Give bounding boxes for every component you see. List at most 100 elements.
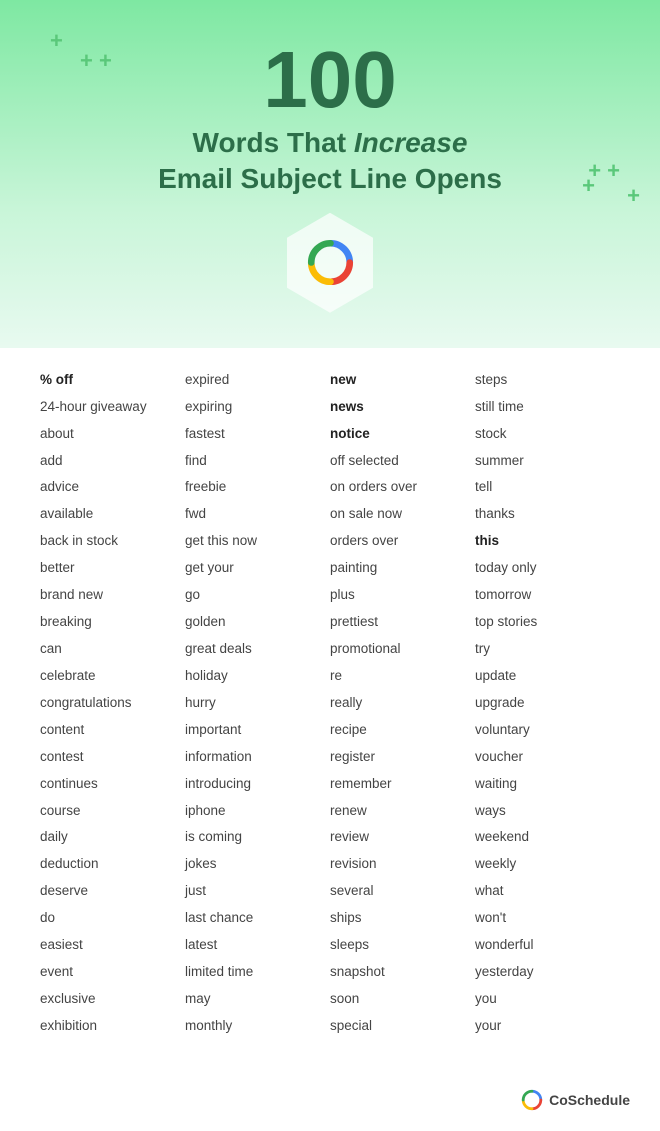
word-column-3: new news notice off selected on orders o… xyxy=(330,368,475,1039)
list-item: try xyxy=(475,637,620,662)
list-item: remember xyxy=(330,772,475,797)
list-item: latest xyxy=(185,933,330,958)
list-item: re xyxy=(330,664,475,689)
logo-hex xyxy=(280,213,380,313)
list-item: exclusive xyxy=(40,987,185,1012)
list-item: breaking xyxy=(40,610,185,635)
subtitle-text-1: Words That xyxy=(193,127,354,158)
list-item: today only xyxy=(475,556,620,581)
list-item: yesterday xyxy=(475,960,620,985)
subtitle: Words That Increase Email Subject Line O… xyxy=(20,125,640,198)
subtitle-italic: Increase xyxy=(354,127,468,158)
list-item: renew xyxy=(330,799,475,824)
list-item: easiest xyxy=(40,933,185,958)
list-item: fastest xyxy=(185,422,330,447)
list-item: freebie xyxy=(185,475,330,500)
list-item: on sale now xyxy=(330,502,475,527)
list-item: get this now xyxy=(185,529,330,554)
list-item: deserve xyxy=(40,879,185,904)
list-item: register xyxy=(330,745,475,770)
word-column-4: steps still time stock summer tell thank… xyxy=(475,368,620,1039)
list-item: orders over xyxy=(330,529,475,554)
list-item: stock xyxy=(475,422,620,447)
list-item: contest xyxy=(40,745,185,770)
list-item: your xyxy=(475,1014,620,1039)
list-item: limited time xyxy=(185,960,330,985)
list-item: exhibition xyxy=(40,1014,185,1039)
list-item: ways xyxy=(475,799,620,824)
list-item: information xyxy=(185,745,330,770)
list-item: is coming xyxy=(185,825,330,850)
list-item: expired xyxy=(185,368,330,393)
list-item: golden xyxy=(185,610,330,635)
list-item: holiday xyxy=(185,664,330,689)
list-item: fwd xyxy=(185,502,330,527)
list-item: important xyxy=(185,718,330,743)
list-item: thanks xyxy=(475,502,620,527)
list-item: painting xyxy=(330,556,475,581)
list-item: really xyxy=(330,691,475,716)
list-item: % off xyxy=(40,368,185,393)
list-item: still time xyxy=(475,395,620,420)
list-item: notice xyxy=(330,422,475,447)
list-item: do xyxy=(40,906,185,931)
list-item: continues xyxy=(40,772,185,797)
list-item: better xyxy=(40,556,185,581)
list-item: last chance xyxy=(185,906,330,931)
words-section: % off 24-hour giveaway about add advice … xyxy=(0,348,660,1079)
list-item: voucher xyxy=(475,745,620,770)
list-item: congratulations xyxy=(40,691,185,716)
list-item: what xyxy=(475,879,620,904)
list-item: weekend xyxy=(475,825,620,850)
list-item: about xyxy=(40,422,185,447)
list-item: content xyxy=(40,718,185,743)
coschedule-brand: CoSchedule xyxy=(521,1089,630,1111)
decoration-plus-5: + xyxy=(582,175,595,197)
list-item: news xyxy=(330,395,475,420)
list-item: new xyxy=(330,368,475,393)
list-item: get your xyxy=(185,556,330,581)
list-item: brand new xyxy=(40,583,185,608)
list-item: may xyxy=(185,987,330,1012)
list-item: plus xyxy=(330,583,475,608)
list-item: waiting xyxy=(475,772,620,797)
list-item: tomorrow xyxy=(475,583,620,608)
list-item: this xyxy=(475,529,620,554)
decoration-plus-4: + xyxy=(627,185,640,207)
list-item: off selected xyxy=(330,449,475,474)
list-item: update xyxy=(475,664,620,689)
list-item: just xyxy=(185,879,330,904)
list-item: promotional xyxy=(330,637,475,662)
list-item: jokes xyxy=(185,852,330,877)
list-item: ships xyxy=(330,906,475,931)
list-item: celebrate xyxy=(40,664,185,689)
list-item: snapshot xyxy=(330,960,475,985)
list-item: expiring xyxy=(185,395,330,420)
list-item: deduction xyxy=(40,852,185,877)
list-item: available xyxy=(40,502,185,527)
list-item: advice xyxy=(40,475,185,500)
brand-name: CoSchedule xyxy=(549,1092,630,1108)
list-item: top stories xyxy=(475,610,620,635)
list-item: daily xyxy=(40,825,185,850)
list-item: course xyxy=(40,799,185,824)
list-item: steps xyxy=(475,368,620,393)
coschedule-ring-icon xyxy=(303,235,358,290)
list-item: back in stock xyxy=(40,529,185,554)
list-item: you xyxy=(475,987,620,1012)
list-item: event xyxy=(40,960,185,985)
list-item: summer xyxy=(475,449,620,474)
list-item: hurry xyxy=(185,691,330,716)
list-item: 24-hour giveaway xyxy=(40,395,185,420)
list-item: voluntary xyxy=(475,718,620,743)
list-item: iphone xyxy=(185,799,330,824)
list-item: special xyxy=(330,1014,475,1039)
decoration-plus-2: + + xyxy=(80,50,112,72)
list-item: great deals xyxy=(185,637,330,662)
list-item: wonderful xyxy=(475,933,620,958)
footer: CoSchedule xyxy=(0,1079,660,1131)
number-display: 100 xyxy=(20,40,640,120)
word-column-2: expired expiring fastest find freebie fw… xyxy=(185,368,330,1039)
list-item: on orders over xyxy=(330,475,475,500)
list-item: review xyxy=(330,825,475,850)
